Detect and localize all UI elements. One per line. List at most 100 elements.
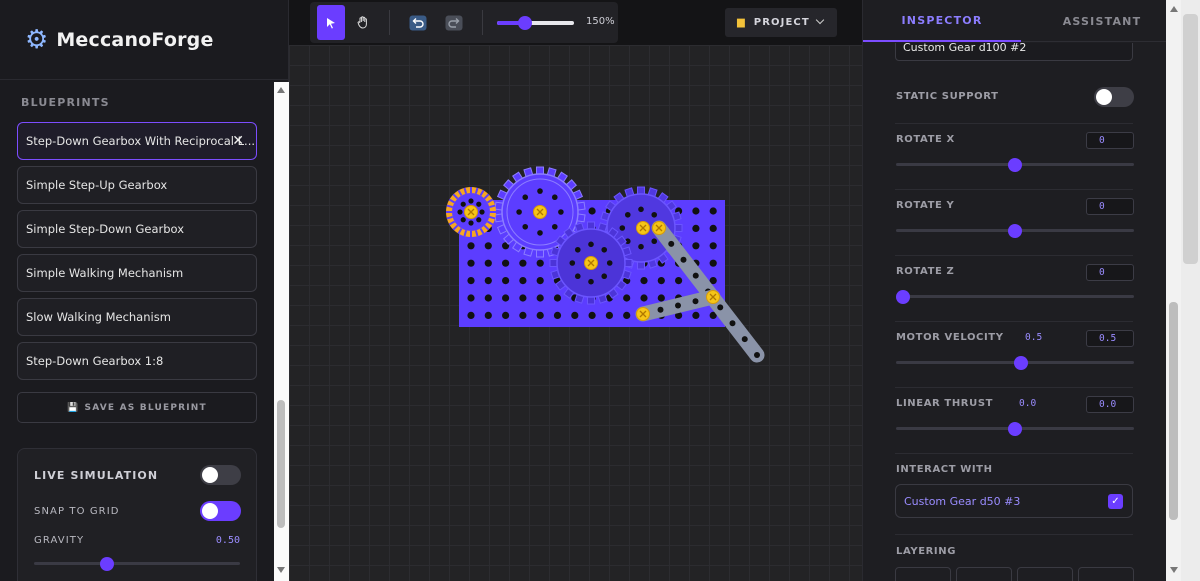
rotate-y-slider-knob[interactable]: [1008, 224, 1022, 238]
interact-with-label: INTERACT WITH: [896, 464, 993, 475]
scroll-down-arrow-icon[interactable]: [1170, 567, 1178, 573]
layering-button[interactable]: [956, 567, 1012, 581]
rotate-z-input[interactable]: 0: [1086, 264, 1134, 281]
plate-hole: [467, 311, 475, 319]
sidebar-scroll-area[interactable]: BLUEPRINTS Step-Down Gearbox With Recipr…: [0, 82, 274, 581]
close-icon[interactable]: ✕: [232, 133, 244, 149]
blueprint-item[interactable]: Simple Step-Down Gearbox: [17, 210, 257, 248]
plate-hole: [502, 294, 510, 302]
plate-hole: [709, 259, 717, 267]
simulation-card: LIVE SIMULATION SNAP TO GRID GRAVITY 0.5…: [17, 448, 257, 581]
gear-hole: [606, 260, 613, 266]
blueprint-label: Step-Down Gearbox 1:8: [26, 354, 164, 368]
page-scrollbar-thumb[interactable]: [1183, 14, 1198, 264]
plate-hole: [588, 311, 596, 319]
toggle-knob: [202, 467, 218, 483]
snap-to-grid-toggle[interactable]: [200, 501, 241, 521]
tab-assistant[interactable]: ASSISTANT: [1021, 0, 1183, 42]
plate-hole: [519, 294, 527, 302]
app-name: MeccanoForge: [56, 28, 214, 51]
snap-to-grid-label: SNAP TO GRID: [34, 506, 120, 517]
plate-hole: [640, 294, 648, 302]
divider: [895, 255, 1133, 256]
rotate-z-slider[interactable]: [896, 295, 1134, 298]
plate-hole: [605, 311, 613, 319]
blueprint-item[interactable]: Step-Down Gearbox With Reciprocal L... ✕: [17, 122, 257, 160]
gear-hole: [601, 273, 608, 280]
part-name-field[interactable]: Custom Gear d100 #2: [895, 43, 1133, 61]
live-simulation-toggle[interactable]: [200, 465, 241, 485]
gear-hole: [468, 198, 474, 204]
zoom-slider-knob[interactable]: [518, 16, 532, 30]
checkbox-checked-icon[interactable]: ✓: [1108, 494, 1123, 509]
interact-with-item[interactable]: Custom Gear d50 #3 ✓: [895, 484, 1133, 518]
chevron-down-icon: [815, 15, 825, 25]
plate-hole: [692, 242, 700, 250]
motor-velocity-input[interactable]: 0.5: [1086, 330, 1134, 347]
gear-hole: [651, 211, 658, 218]
rotate-z-slider-knob[interactable]: [896, 290, 910, 304]
live-simulation-label: LIVE SIMULATION: [34, 469, 159, 482]
save-as-blueprint-label: SAVE AS BLUEPRINT: [84, 402, 207, 413]
motor-velocity-label: MOTOR VELOCITY: [896, 332, 1004, 343]
select-tool-button[interactable]: [317, 5, 345, 40]
plate-hole: [484, 277, 492, 285]
rotate-x-input[interactable]: 0: [1086, 132, 1134, 149]
project-menu-button[interactable]: ▆ PROJECT: [725, 8, 837, 37]
beam-hole: [675, 302, 681, 309]
mechanism-scene[interactable]: [289, 45, 862, 581]
toolbar-separator: [482, 10, 483, 35]
gear-hole: [460, 217, 466, 223]
beam-hole: [729, 320, 736, 327]
zoom-level: 150%: [586, 16, 615, 27]
inspector-content[interactable]: Custom Gear d100 #2 STATIC SUPPORT ROTAT…: [863, 43, 1167, 581]
gravity-slider-knob[interactable]: [100, 557, 114, 571]
hand-icon: [357, 16, 367, 29]
blueprint-label: Step-Down Gearbox With Reciprocal L...: [26, 134, 256, 148]
scrollbar-thumb[interactable]: [1169, 302, 1178, 520]
motor-velocity-slider-knob[interactable]: [1013, 356, 1028, 370]
blueprint-item[interactable]: Slow Walking Mechanism: [17, 298, 257, 336]
save-as-blueprint-button[interactable]: 💾 SAVE AS BLUEPRINT: [17, 392, 257, 423]
gravity-slider-track[interactable]: [34, 562, 240, 565]
gear-hole: [476, 201, 482, 207]
pan-tool-button[interactable]: [349, 5, 377, 40]
static-support-toggle[interactable]: [1094, 87, 1134, 107]
blueprint-item[interactable]: Simple Walking Mechanism: [17, 254, 257, 292]
blueprint-item[interactable]: Simple Step-Up Gearbox: [17, 166, 257, 204]
gravity-label: GRAVITY: [34, 535, 85, 546]
gear-hole: [638, 206, 644, 213]
workspace-canvas[interactable]: [289, 45, 862, 581]
gear-hole: [638, 243, 644, 250]
plate-hole: [640, 277, 648, 285]
scrollbar-thumb[interactable]: [277, 400, 285, 528]
tab-inspector[interactable]: INSPECTOR: [863, 0, 1021, 42]
rotate-x-slider-knob[interactable]: [1008, 158, 1022, 172]
plate-hole: [657, 277, 665, 285]
gear-hole: [588, 241, 594, 248]
layering-button[interactable]: [1017, 567, 1073, 581]
linear-thrust-input[interactable]: 0.0: [1086, 396, 1134, 413]
plate-hole: [519, 311, 527, 319]
divider: [895, 189, 1133, 190]
gravity-value: 0.50: [215, 535, 240, 546]
plate-hole: [502, 311, 510, 319]
scroll-up-arrow-icon[interactable]: [277, 87, 285, 93]
brand-header: ⚙ MeccanoForge: [0, 0, 289, 80]
layering-button[interactable]: [1078, 567, 1134, 581]
rotate-y-input[interactable]: 0: [1086, 198, 1134, 215]
scroll-up-arrow-icon[interactable]: [1170, 6, 1178, 12]
sidebar-scrollbar[interactable]: [274, 82, 289, 581]
gear-hole: [468, 220, 474, 226]
inspector-scrollbar[interactable]: [1166, 0, 1181, 581]
scroll-down-arrow-icon[interactable]: [277, 567, 285, 573]
layering-button[interactable]: [895, 567, 951, 581]
redo-button[interactable]: [440, 5, 468, 40]
project-label: PROJECT: [753, 17, 810, 28]
blueprint-item[interactable]: Step-Down Gearbox 1:8: [17, 342, 257, 380]
linear-thrust-slider-knob[interactable]: [1008, 422, 1022, 436]
gear-hole: [537, 188, 543, 194]
plate-hole: [467, 294, 475, 302]
linear-thrust-label: LINEAR THRUST: [896, 398, 994, 409]
undo-button[interactable]: [404, 5, 432, 40]
